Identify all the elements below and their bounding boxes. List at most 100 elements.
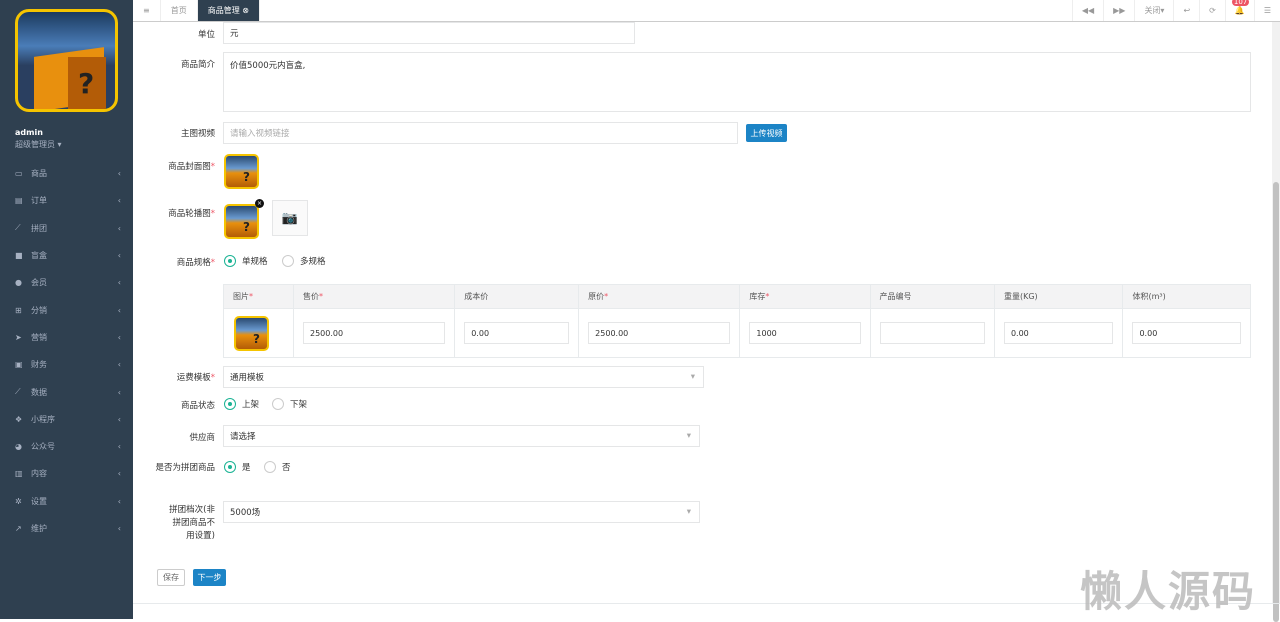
spec-multi-radio[interactable]: 多规格 (282, 255, 326, 267)
group-label: 是否为拼团商品 (155, 463, 215, 473)
user-role-dropdown[interactable]: 超级管理员 ▾ (15, 139, 62, 150)
save-button[interactable]: 保存 (157, 569, 185, 586)
send-icon: ➤ (15, 332, 22, 342)
status-off-radio[interactable]: 下架 (272, 398, 307, 410)
radio-label: 否 (282, 463, 291, 473)
laptop-icon: ▭ (15, 169, 23, 179)
chevron-left-icon: ‹ (117, 387, 121, 397)
tab-product-management[interactable]: 商品管理 ⊗ (197, 0, 260, 21)
group-no-radio[interactable]: 否 (264, 461, 291, 473)
radio-label: 多规格 (300, 257, 326, 267)
sidebar-item-label: 拼团 (31, 223, 47, 233)
sidebar-item-label: 财务 (31, 360, 47, 370)
chevron-left-icon: ‹ (117, 278, 121, 288)
tab-label: 商品管理 (207, 6, 240, 15)
radio-label: 单规格 (242, 257, 268, 267)
unit-input[interactable]: 元 (223, 22, 635, 44)
sidebar-item[interactable]: ● 会员 ‹ (0, 269, 133, 296)
sku-cell-input[interactable]: 2500.00 (588, 322, 731, 344)
tab-home[interactable]: 首页 (161, 0, 198, 21)
scroll-right-icon[interactable]: ▶▶ (1103, 0, 1134, 21)
sidebar-item[interactable]: ■ 盲盒 ‹ (0, 242, 133, 269)
more-menu-icon[interactable]: ☰ (1253, 0, 1280, 21)
upload-video-button[interactable]: 上传视频 (746, 124, 787, 142)
file-icon: ▤ (15, 196, 23, 206)
money-icon: ▣ (15, 360, 23, 370)
shipping-template-select[interactable]: 通用模板 (223, 366, 704, 388)
sidebar-item-label: 公众号 (31, 442, 55, 452)
tier-select[interactable]: 5000场 (223, 501, 700, 523)
sidebar-item[interactable]: ⟋ 数据 ‹ (0, 378, 133, 405)
chevron-left-icon: ‹ (117, 305, 121, 315)
sidebar-item[interactable]: ⟋ 拼团 ‹ (0, 215, 133, 242)
next-step-button[interactable]: 下一步 (193, 569, 226, 586)
gear-icon: ✲ (15, 496, 22, 506)
sidebar-item[interactable]: ▥ 内容 ‹ (0, 460, 133, 487)
sidebar: ? admin 超级管理员 ▾ ▭ 商品 ‹ ▤ 订单 ‹ ⟋ 拼团 ‹ ■ 盲盒 ‹ ● 会员 ‹ ⊞ 分销 ‹… (0, 0, 133, 619)
sidebar-item-label: 设置 (31, 496, 47, 506)
product-form: 单位 元 商品简介 价值5000元内盲盒, 主图视频 请输入视频链接 上传视频 … (133, 22, 1272, 603)
notification-badge: 107 (1231, 0, 1250, 6)
sku-cell-input[interactable]: 2500.00 (303, 322, 446, 344)
sku-cell-input[interactable] (879, 322, 985, 344)
sku-cell-input[interactable]: 0.00 (1132, 322, 1241, 344)
square-icon: ■ (15, 251, 23, 261)
radio-label: 上架 (242, 400, 260, 410)
scroll-left-icon[interactable]: ◀◀ (1071, 0, 1103, 21)
sidebar-item[interactable]: ⊞ 分销 ‹ (0, 296, 133, 323)
sku-cell-input[interactable]: 0.00 (464, 322, 570, 344)
column-header: 图片* (223, 284, 294, 309)
intro-label: 商品简介 (180, 60, 215, 70)
spec-single-radio[interactable]: 单规格 (224, 255, 268, 267)
chart-icon: ⟋ (15, 223, 21, 233)
menu-toggle-icon[interactable]: ≡ (133, 0, 161, 21)
spec-label: 商品规格 (176, 258, 211, 268)
sidebar-item-label: 内容 (31, 469, 47, 479)
status-on-radio[interactable]: 上架 (224, 398, 259, 410)
sidebar-item[interactable]: ▣ 财务 ‹ (0, 351, 133, 378)
header-text: 原价 (588, 292, 605, 301)
camera-upload-icon[interactable]: 📷 (272, 200, 308, 236)
intro-textarea[interactable]: 价值5000元内盲盒, (223, 52, 1251, 112)
header-text: 体积(m³) (1132, 292, 1166, 301)
cover-image[interactable]: ? (224, 154, 259, 189)
sku-cell-input[interactable]: 0.00 (1003, 322, 1114, 344)
sidebar-item[interactable]: ➤ 营销 ‹ (0, 324, 133, 351)
video-url-input[interactable]: 请输入视频链接 (223, 122, 738, 144)
chevron-left-icon: ‹ (117, 196, 121, 206)
chevron-left-icon: ‹ (117, 496, 121, 506)
cover-label: 商品封面图 (168, 162, 211, 172)
sidebar-item[interactable]: ▭ 商品 ‹ (0, 160, 133, 187)
close-menu-button[interactable]: 关闭▾ (1134, 0, 1173, 21)
sidebar-item[interactable]: ↗ 维护 ‹ (0, 515, 133, 542)
chevron-left-icon: ‹ (117, 469, 121, 479)
header-text: 图片 (233, 292, 249, 301)
refresh-icon[interactable]: ⟳ (1199, 0, 1225, 21)
chevron-left-icon: ‹ (117, 223, 121, 233)
close-tab-icon[interactable]: ⊗ (242, 6, 249, 15)
scrollbar[interactable] (1272, 22, 1280, 622)
sku-image[interactable]: ? (234, 315, 269, 351)
column-header: 重量(KG) (993, 284, 1124, 309)
group-yes-radio[interactable]: 是 (224, 461, 251, 473)
sidebar-item[interactable]: ▤ 订单 ‹ (0, 187, 133, 214)
sku-cell-input[interactable]: 1000 (749, 322, 861, 344)
supplier-label: 供应商 (189, 433, 215, 443)
sidebar-item-label: 营销 (31, 332, 47, 342)
table-row: ? 2500.00 0.00 2500.00 1000 0.00 0.00 (223, 308, 1251, 358)
shipping-label: 运费模板 (176, 373, 211, 383)
back-icon[interactable]: ↩ (1173, 0, 1199, 21)
top-bar: ≡ 首页 商品管理 ⊗ ◀◀ ▶▶ 关闭▾ ↩ ⟳ 🔔 107 ☰ (133, 0, 1280, 22)
column-header: 成本价 (454, 284, 580, 309)
column-header: 体积(m³) (1122, 284, 1251, 309)
remove-image-icon[interactable]: × (255, 199, 264, 208)
header-text: 成本价 (464, 292, 489, 301)
sku-table: 图片* 售价* 成本价 原价* 库存* 产品编号 重量(KG) 体积(m³) ? 2500.0… (223, 284, 1251, 358)
header-text: 售价 (303, 292, 319, 301)
sidebar-item[interactable]: ✲ 设置 ‹ (0, 488, 133, 515)
sidebar-item[interactable]: ❖ 小程序 ‹ (0, 406, 133, 433)
header-text: 产品编号 (879, 292, 912, 301)
bell-icon[interactable]: 🔔 107 (1224, 0, 1254, 21)
sidebar-item[interactable]: ◕ 公众号 ‹ (0, 433, 133, 460)
supplier-select[interactable]: 请选择 (223, 425, 700, 447)
